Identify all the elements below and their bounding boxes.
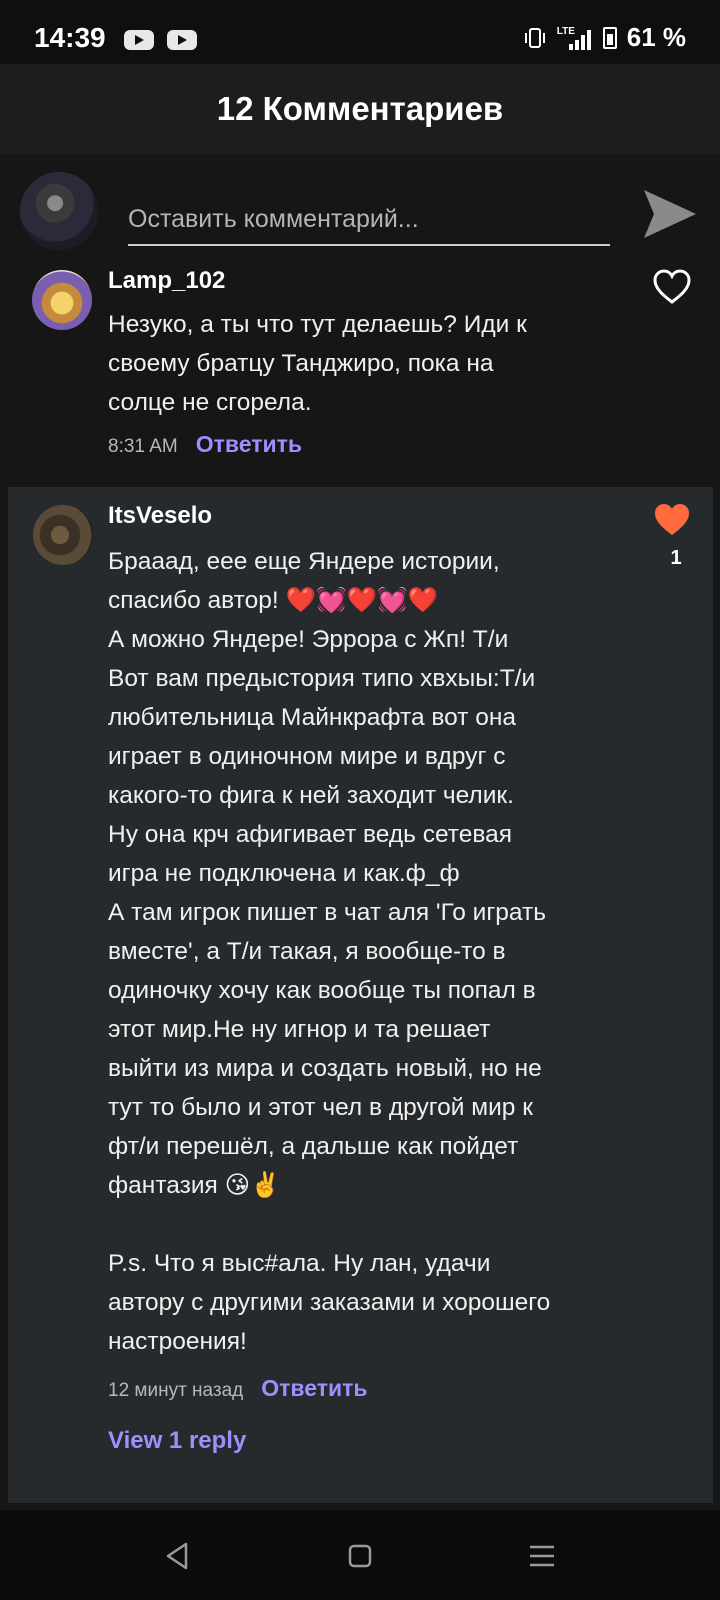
- comment-item: Lamp_102 Незуко, а ты что тут делаешь? И…: [0, 264, 720, 478]
- comment-item: ItsVeselo 1 Брааад, еее еще Яндере истор…: [8, 487, 713, 1503]
- avatar[interactable]: [33, 505, 93, 565]
- comment-time: 8:31 AM: [108, 436, 178, 457]
- comment-input[interactable]: [128, 194, 610, 246]
- comment-time: 12 минут назад: [108, 1380, 244, 1401]
- recent-apps-icon[interactable]: [524, 1538, 560, 1574]
- status-icons: LTE 61 %: [523, 22, 686, 53]
- battery-icon: [602, 26, 617, 49]
- reply-button[interactable]: Ответить: [261, 1375, 367, 1402]
- comment-compose: [0, 154, 720, 264]
- heart-icon[interactable]: [652, 268, 692, 308]
- heart-filled-icon[interactable]: [652, 501, 692, 541]
- reply-button[interactable]: Ответить: [196, 431, 302, 458]
- status-bar: 14:39 LTE 61 %: [0, 0, 720, 64]
- status-time: 14:39: [34, 22, 106, 53]
- page-title: 12 Комментариев: [216, 90, 504, 127]
- youtube-icon: [167, 30, 197, 50]
- like-count: 1: [670, 547, 682, 569]
- comment-text: Брааад, еее еще Яндере истории, спасибо …: [108, 548, 551, 1355]
- back-icon[interactable]: [160, 1538, 196, 1574]
- lte-signal-icon: LTE: [557, 26, 593, 50]
- home-icon[interactable]: [342, 1538, 378, 1574]
- comment-meta: 12 минут назад Ответить: [108, 1375, 368, 1402]
- youtube-icon: [124, 30, 154, 50]
- battery-text: 61 %: [626, 22, 686, 52]
- view-replies-link[interactable]: View 1 reply: [108, 1427, 246, 1455]
- comment-meta: 8:31 AM Ответить: [108, 431, 302, 458]
- send-icon[interactable]: [640, 186, 700, 242]
- comment-username[interactable]: Lamp_102: [108, 267, 225, 295]
- vibrate-icon: [524, 27, 545, 48]
- avatar[interactable]: [32, 270, 92, 330]
- comment-text: Незуко, а ты что тут делаешь? Иди к свое…: [108, 311, 527, 416]
- avatar[interactable]: [20, 172, 98, 250]
- comments-header: 12 Комментариев: [0, 64, 720, 155]
- comment-username[interactable]: ItsVeselo: [108, 502, 212, 530]
- navigation-bar: [0, 1510, 720, 1600]
